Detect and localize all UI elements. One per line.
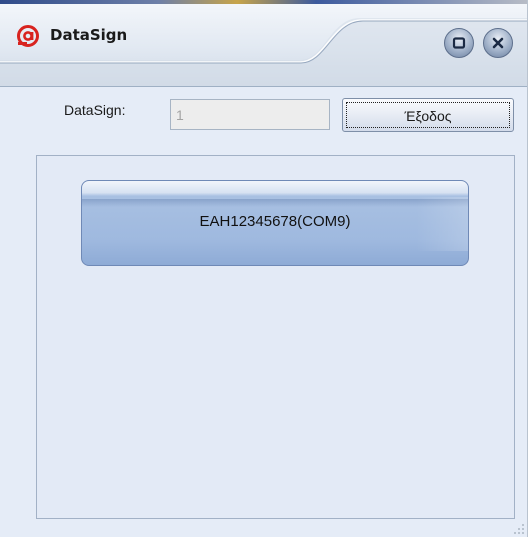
device-button-label: EAH12345678(COM9): [199, 213, 351, 230]
at-sign-logo-icon: [17, 25, 39, 47]
device-button-com9[interactable]: EAH12345678(COM9): [81, 180, 469, 266]
close-icon: [492, 37, 504, 49]
exit-button[interactable]: Έξοδος: [342, 98, 514, 132]
title-bar[interactable]: DataSign: [0, 0, 527, 87]
client-area: DataSign: Έξοδος EAH12345678(COM9): [0, 87, 527, 537]
close-button[interactable]: [483, 28, 513, 58]
restore-icon: [452, 37, 466, 49]
datasign-input[interactable]: [170, 99, 330, 130]
restore-button[interactable]: [444, 28, 474, 58]
device-list-panel: EAH12345678(COM9): [36, 155, 515, 519]
app-window: DataSign DataSign: Έξοδος EAH12345678(CO…: [0, 0, 528, 537]
resize-grip-icon[interactable]: [513, 523, 525, 535]
exit-button-label: Έξοδος: [404, 108, 452, 124]
device-button-shade: [82, 199, 468, 207]
window-title: DataSign: [50, 26, 128, 44]
datasign-label: DataSign:: [64, 102, 126, 118]
